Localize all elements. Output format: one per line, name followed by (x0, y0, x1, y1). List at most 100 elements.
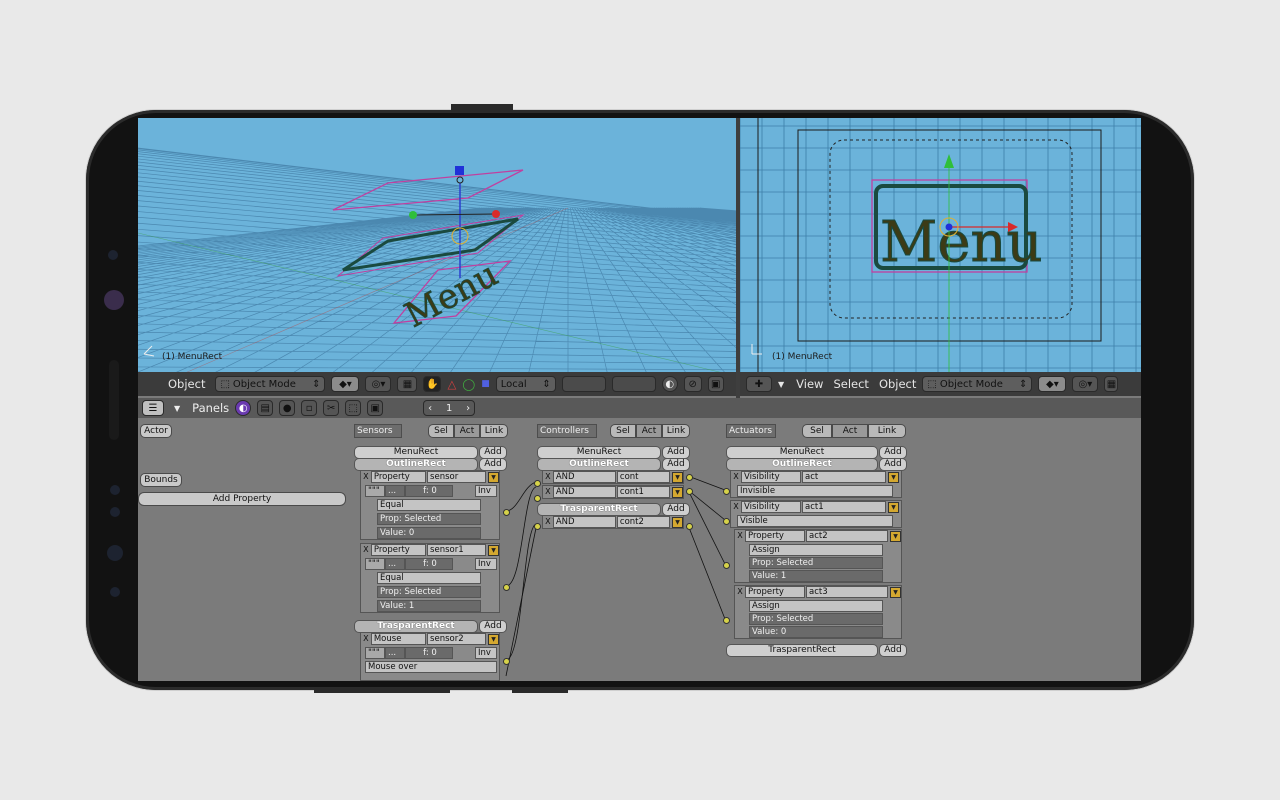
pulse-dots[interactable]: ... (385, 485, 405, 497)
sensors-act[interactable]: Act (454, 424, 480, 438)
collapse-arrow-icon[interactable]: ▼ (672, 486, 683, 498)
shading-icon[interactable]: ◆▾ (331, 376, 360, 392)
panel-logic-icon[interactable]: ◐ (235, 400, 252, 416)
sensor-frequency[interactable]: f: 0 (405, 647, 453, 659)
collapse-arrow-icon[interactable]: ▼ (890, 586, 901, 598)
hand-icon[interactable]: ✋ (423, 376, 442, 392)
actuator-name[interactable]: act3 (806, 586, 888, 598)
menu-object[interactable]: Object (168, 377, 205, 391)
actuators-link[interactable]: Link (868, 424, 906, 438)
panel-world-icon[interactable]: ▣ (367, 400, 384, 416)
sensor-name[interactable]: sensor (427, 471, 487, 483)
delete-icon[interactable]: X (731, 472, 741, 482)
add-property-button[interactable]: Add Property (138, 492, 346, 506)
sensors-sel[interactable]: Sel (428, 424, 454, 438)
mode-select-right[interactable]: ⬚ Object Mode ⇕ (922, 376, 1033, 392)
property-mode[interactable]: Assign (749, 600, 883, 612)
pulse-toggle[interactable]: """ (365, 647, 385, 659)
actuator-name[interactable]: act1 (802, 501, 886, 513)
property-value[interactable]: Value: 1 (749, 570, 883, 582)
collapse-arrow-icon[interactable]: ▼ (488, 544, 500, 556)
controller-input-dot[interactable] (534, 523, 541, 530)
panel-edit-icon[interactable]: ✂ (323, 400, 340, 416)
pivot-icon[interactable]: ◎▾ (365, 376, 392, 392)
layer-buttons-1[interactable] (561, 376, 606, 392)
sensor-value[interactable]: Value: 0 (377, 527, 481, 539)
manipulator-scale-icon[interactable]: ■ (481, 379, 490, 389)
sensor-type[interactable]: Property (370, 544, 427, 556)
invert-toggle[interactable]: Inv (475, 558, 497, 570)
pulse-dots[interactable]: ... (385, 647, 405, 659)
sensor-link-dot[interactable] (503, 509, 510, 516)
delete-icon[interactable]: X (361, 634, 371, 644)
view-type-icon[interactable]: ✚ (746, 376, 772, 392)
controller-output-dot[interactable] (686, 474, 693, 481)
delete-icon[interactable]: X (543, 487, 553, 497)
collapse-arrow-icon[interactable]: ▼ (672, 471, 683, 483)
sensor-frequency[interactable]: f: 0 (405, 485, 453, 497)
menu-object-right[interactable]: Object (879, 377, 916, 391)
menu-view[interactable]: View (796, 377, 823, 391)
visibility-mode[interactable]: Visible (737, 515, 893, 527)
controller-name[interactable]: cont1 (616, 486, 671, 498)
property-value[interactable]: Value: 0 (749, 626, 883, 638)
actor-toggle[interactable]: Actor (140, 424, 172, 438)
pulse-dots[interactable]: ... (385, 558, 405, 570)
pulse-toggle[interactable]: """ (365, 485, 385, 497)
controllers-sel[interactable]: Sel (610, 424, 636, 438)
panels-menu[interactable]: Panels (192, 401, 229, 415)
collapse-arrow-icon[interactable]: ▼ (890, 530, 901, 542)
controllers-act[interactable]: Act (636, 424, 662, 438)
actuators-add-trasparentrect[interactable]: Add (879, 644, 907, 657)
actuator-type[interactable]: Property (745, 530, 805, 542)
manipulator-rotate-icon[interactable]: ◯ (462, 377, 475, 391)
collapse-arrow-icon[interactable]: ▼ (888, 501, 899, 513)
manipulator-translate-icon[interactable]: △ (447, 377, 456, 391)
sensor-eval[interactable]: Equal (377, 499, 481, 511)
actuator-name[interactable]: act (802, 471, 886, 483)
sensor-prop[interactable]: Prop: Selected (377, 586, 481, 598)
actuator-input-dot[interactable] (723, 518, 730, 525)
controller-type[interactable]: AND (552, 486, 616, 498)
invert-toggle[interactable]: Inv (475, 647, 497, 659)
sensor-link-dot[interactable] (503, 658, 510, 665)
delete-icon[interactable]: X (361, 472, 371, 482)
property-prop[interactable]: Prop: Selected (749, 557, 883, 569)
panel-script-icon[interactable]: ▤ (257, 400, 274, 416)
controllers-link[interactable]: Link (662, 424, 690, 438)
pivot-icon-right[interactable]: ◎▾ (1072, 376, 1099, 392)
sensor-name[interactable]: sensor1 (427, 544, 487, 556)
sensor-value[interactable]: Value: 1 (377, 600, 481, 612)
collapse-arrow-icon[interactable]: ▼ (888, 471, 899, 483)
render-icon[interactable]: ⊘ (683, 376, 702, 392)
actuator-input-dot[interactable] (723, 562, 730, 569)
snap-grid-icon-right[interactable]: ▦ (1104, 376, 1119, 392)
image-icon[interactable]: ▣ (707, 376, 724, 392)
layer-buttons-2[interactable] (611, 376, 656, 392)
actuators-sel[interactable]: Sel (802, 424, 832, 438)
sensor-link-dot[interactable] (503, 584, 510, 591)
actuators-act[interactable]: Act (832, 424, 868, 438)
delete-icon[interactable]: X (543, 472, 553, 482)
viewport-front[interactable]: Menu (1) MenuRect (740, 118, 1141, 376)
actuator-type[interactable]: Property (745, 586, 805, 598)
sensor-name[interactable]: sensor2 (427, 633, 487, 645)
delete-icon[interactable]: X (361, 545, 371, 555)
controller-input-dot[interactable] (534, 495, 541, 502)
sensor-type[interactable]: Mouse (370, 633, 427, 645)
collapse-arrow-icon[interactable]: ▼ (672, 516, 683, 528)
controller-output-dot[interactable] (686, 523, 693, 530)
collapse-icon[interactable]: ▼ (174, 404, 180, 413)
sensor-frequency[interactable]: f: 0 (405, 558, 453, 570)
actuator-name[interactable]: act2 (806, 530, 888, 542)
delete-icon[interactable]: X (731, 502, 741, 512)
property-prop[interactable]: Prop: Selected (749, 613, 883, 625)
collapse-arrow-icon[interactable]: ▼ (488, 471, 500, 483)
collapse-arrow-icon[interactable]: ▼ (488, 633, 500, 645)
pulse-toggle[interactable]: """ (365, 558, 385, 570)
shading-icon-right[interactable]: ◆▾ (1038, 376, 1067, 392)
mouse-event-select[interactable]: Mouse over (365, 661, 497, 673)
sensor-prop[interactable]: Prop: Selected (377, 513, 481, 525)
delete-icon[interactable]: X (735, 587, 745, 597)
actuator-input-dot[interactable] (723, 488, 730, 495)
